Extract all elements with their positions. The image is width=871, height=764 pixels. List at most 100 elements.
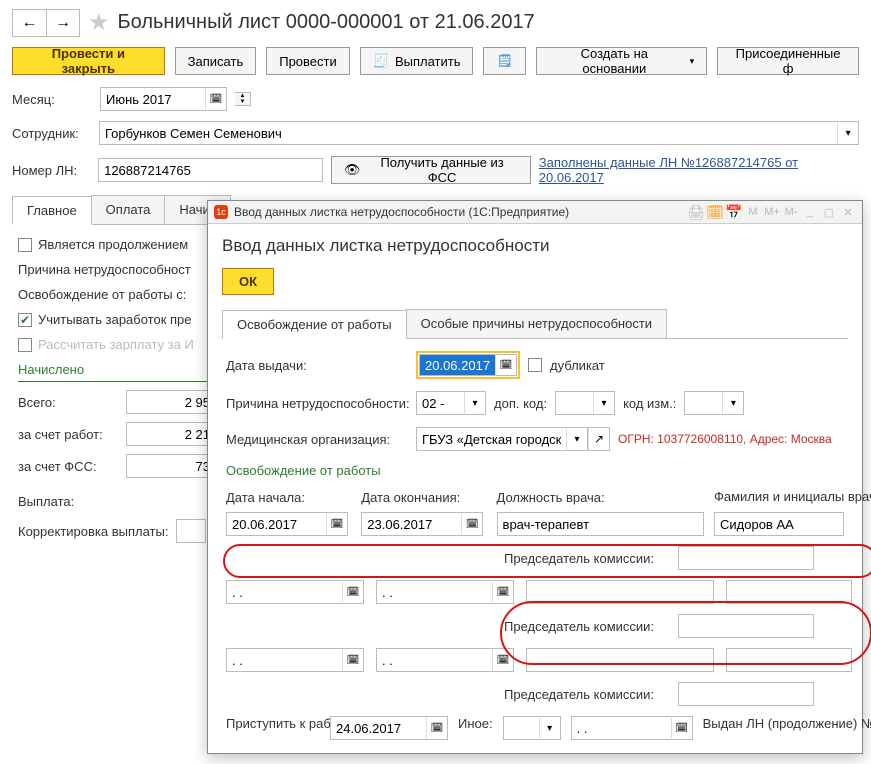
row3-start-picker[interactable]: 🗓 xyxy=(342,648,364,672)
end-date-label: Дата окончания: xyxy=(361,490,486,508)
return-date-picker[interactable]: 🗓 xyxy=(426,716,448,740)
minimize-button[interactable]: _ xyxy=(802,204,818,220)
print-icon[interactable]: 🖨 xyxy=(688,204,704,220)
ln-label: Номер ЛН: xyxy=(12,163,90,178)
back-button[interactable]: ← xyxy=(12,9,46,37)
issue-date-label: Дата выдачи: xyxy=(226,358,408,373)
pay-button[interactable]: 🧾Выплатить xyxy=(360,47,474,75)
fss-get-button[interactable]: 👁Получить данные из ФСС xyxy=(331,156,531,184)
medorg-input[interactable] xyxy=(416,427,566,451)
total-label: Всего: xyxy=(18,395,118,410)
row2-start[interactable] xyxy=(226,580,342,604)
pay-icon: 🧾 xyxy=(373,53,389,69)
chair-label-3: Председатель комиссии: xyxy=(504,687,672,702)
calc-salary-label: Рассчитать зарплату за И xyxy=(38,337,194,352)
start-date-input[interactable] xyxy=(226,512,326,536)
report-icon: 🗒 xyxy=(496,53,513,69)
continuation-checkbox[interactable] xyxy=(18,238,32,252)
tab-pay[interactable]: Оплата xyxy=(91,195,166,224)
medorg-open[interactable]: ↗ xyxy=(588,427,610,451)
chair-name-3[interactable] xyxy=(678,682,814,706)
submit-close-button[interactable]: Провести и закрыть xyxy=(12,47,165,75)
mminus-button[interactable]: M- xyxy=(783,204,799,220)
page-title: Больничный лист 0000-000001 от 21.06.201… xyxy=(118,11,535,34)
calc-salary-checkbox xyxy=(18,338,32,352)
medorg-label: Медицинская организация: xyxy=(226,432,408,447)
row2-end-picker[interactable]: 🗓 xyxy=(492,580,514,604)
close-button[interactable]: ✕ xyxy=(840,204,856,220)
issue-date-picker[interactable]: 🗓 xyxy=(495,354,517,376)
start-date-label: Дата начала: xyxy=(226,490,351,508)
reason-label: Причина нетрудоспособност xyxy=(18,262,191,277)
return-date-input[interactable] xyxy=(330,716,426,740)
row3-end[interactable] xyxy=(376,648,492,672)
ogrn-text: ОГРН: 1037726008110, Адрес: Москва xyxy=(618,432,832,446)
reason-dropdown[interactable]: ▾ xyxy=(464,391,486,415)
row3-start[interactable] xyxy=(226,648,342,672)
employee-input[interactable] xyxy=(99,121,837,145)
ln-input[interactable] xyxy=(98,158,323,182)
leave-section-title: Освобождение от работы xyxy=(226,463,844,482)
fss-link[interactable]: Заполнены данные ЛН №126887214765 от 20.… xyxy=(539,155,859,185)
forward-button[interactable]: → xyxy=(46,9,80,37)
addcode-dropdown[interactable]: ▾ xyxy=(593,391,615,415)
month-picker-button[interactable]: 🗓 xyxy=(205,87,227,111)
mplus-button[interactable]: M+ xyxy=(764,204,780,220)
fss-part-label: за счет ФСС: xyxy=(18,459,118,474)
date-icon[interactable]: 📅 xyxy=(726,204,742,220)
end-date-picker[interactable]: 🗓 xyxy=(461,512,483,536)
save-button[interactable]: Записать xyxy=(175,47,257,75)
highlight-oval-2 xyxy=(500,601,871,665)
reason-select[interactable] xyxy=(416,391,464,415)
month-down[interactable]: ▼ xyxy=(235,99,250,105)
month-label: Месяц: xyxy=(12,92,92,107)
modal-tab-special[interactable]: Особые причины нетрудоспособности xyxy=(406,309,667,338)
calendar-icon[interactable]: 🗓 xyxy=(707,204,723,220)
m-button[interactable]: M xyxy=(745,204,761,220)
month-input[interactable] xyxy=(100,87,205,111)
other-date[interactable] xyxy=(571,716,671,740)
modal-tab-leave[interactable]: Освобождение от работы xyxy=(222,310,407,339)
continuation-label: Является продолжением xyxy=(38,237,188,252)
dialog-title: Ввод данных листка нетрудоспособности xyxy=(222,236,848,256)
ok-button[interactable]: ОК xyxy=(222,268,274,295)
other-select[interactable] xyxy=(503,716,539,740)
doctor-name-input[interactable] xyxy=(714,512,844,536)
correction-input[interactable] xyxy=(176,519,206,543)
issue-date-input[interactable] xyxy=(419,354,495,376)
tab-main[interactable]: Главное xyxy=(12,196,92,225)
medorg-dropdown[interactable]: ▾ xyxy=(566,427,588,451)
fss-icon: 👁 xyxy=(344,162,361,178)
count-earn-label: Учитывать заработок пре xyxy=(38,312,192,327)
changecode-dropdown[interactable]: ▾ xyxy=(722,391,744,415)
changecode-select[interactable] xyxy=(684,391,722,415)
attached-files-button[interactable]: Присоединенные ф xyxy=(717,47,859,75)
position-input[interactable] xyxy=(497,512,704,536)
position-label: Должность врача: xyxy=(497,490,704,508)
highlight-oval-1 xyxy=(223,544,871,578)
start-date-picker[interactable]: 🗓 xyxy=(326,512,348,536)
fss-part-input[interactable] xyxy=(126,454,216,478)
end-date-input[interactable] xyxy=(361,512,461,536)
employer-label: за счет работ: xyxy=(18,427,118,442)
maximize-button[interactable]: ▢ xyxy=(821,204,837,220)
row2-start-picker[interactable]: 🗓 xyxy=(342,580,364,604)
app-icon: 1c xyxy=(214,205,228,219)
count-earn-checkbox[interactable] xyxy=(18,313,32,327)
employee-dropdown[interactable]: ▾ xyxy=(837,121,859,145)
employer-input[interactable] xyxy=(126,422,216,446)
submit-button[interactable]: Провести xyxy=(266,47,350,75)
changecode-label: код изм.: xyxy=(623,396,676,411)
issued-ln-label: Выдан ЛН (продолжение) №: xyxy=(703,716,813,732)
dialog-ln-data: 1c Ввод данных листка нетрудоспособности… xyxy=(207,200,863,754)
create-based-button[interactable]: Создать на основании xyxy=(536,47,707,75)
addcode-select[interactable] xyxy=(555,391,593,415)
duplicate-checkbox[interactable] xyxy=(528,358,542,372)
total-input[interactable] xyxy=(126,390,216,414)
other-date-picker[interactable]: 🗓 xyxy=(671,716,693,740)
other-dropdown[interactable]: ▾ xyxy=(539,716,561,740)
dialog-window-title: Ввод данных листка нетрудоспособности (1… xyxy=(234,205,569,219)
report-button[interactable]: 🗒 xyxy=(483,47,526,75)
star-icon[interactable]: ★ xyxy=(88,8,110,37)
row2-end[interactable] xyxy=(376,580,492,604)
